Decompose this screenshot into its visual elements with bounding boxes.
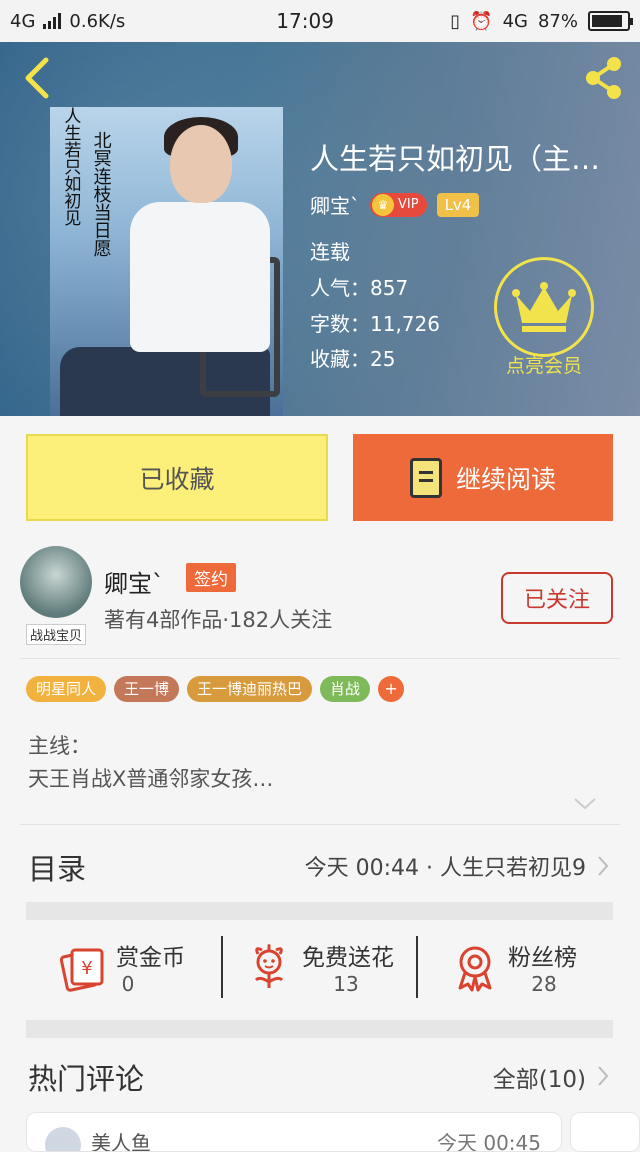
- back-arrow-icon[interactable]: [18, 56, 58, 100]
- comment-card[interactable]: 美人鱼 今天 00:45: [26, 1112, 562, 1152]
- member-button[interactable]: 点亮会员: [492, 257, 596, 378]
- tag-list: 明星同人 王一博 王一博迪丽热巴 肖战 +: [26, 676, 405, 702]
- book-summary[interactable]: 主线： 天王肖战X普通邻家女孩…: [28, 730, 273, 796]
- chevron-right-icon: [598, 1066, 609, 1086]
- status-bar: 4G 0.6K/s 17:09 ▯ ⏰ 4G 87%: [0, 0, 640, 42]
- hot-comments-title: 热门评论: [28, 1062, 145, 1096]
- author-meta: 著有4部作品·182人关注: [104, 608, 333, 632]
- section-band: [26, 902, 613, 920]
- cover-figure-head: [170, 125, 232, 203]
- clock: 17:09: [276, 9, 334, 33]
- author-card-name[interactable]: 卿宝`: [104, 564, 164, 599]
- cover-title-text: 人生若只如初见: [60, 107, 81, 226]
- favorited-button[interactable]: 已收藏: [26, 434, 328, 521]
- flower-icon: [254, 944, 284, 988]
- commenter-avatar: [45, 1127, 81, 1151]
- tag-item[interactable]: 王一博: [114, 676, 180, 702]
- cover-subtitle-text: 北冥连枝当日愿: [90, 131, 112, 257]
- hot-comments-section: 热门评论 全部(10) 美人鱼 今天 00:45: [0, 1038, 640, 1152]
- vip-badge: ♛ VIP: [370, 192, 427, 217]
- alarm-icon: ⏰: [470, 10, 493, 32]
- continue-reading-button[interactable]: 继续阅读: [353, 434, 613, 521]
- battery-percent: 87%: [537, 10, 578, 32]
- book-title: 人生若只如初见（主…: [310, 142, 601, 176]
- divider: [20, 824, 620, 825]
- divider: [20, 658, 620, 659]
- author-card: 战战宝贝 卿宝` 签约 著有4部作品·182人关注 已关注: [0, 530, 640, 658]
- book-header: 人生若只如初见 北冥连枝当日愿 人生若只如初见（主… 卿宝` ♛ VIP Lv4…: [0, 42, 640, 416]
- member-circle: [494, 257, 594, 357]
- network-type-2: 4G: [502, 10, 528, 32]
- follow-button[interactable]: 已关注: [501, 572, 613, 624]
- signal-icon: [43, 13, 62, 29]
- reward-flowers[interactable]: 免费送花 13: [244, 938, 444, 1008]
- reward-coins[interactable]: ¥ 赏金币 0: [58, 938, 258, 1008]
- network-speed: 0.6K/s: [69, 10, 126, 32]
- reward-count: 13: [333, 972, 359, 996]
- vip-label: VIP: [398, 197, 419, 212]
- chevron-down-icon[interactable]: [572, 796, 598, 812]
- network-type: 4G: [10, 10, 36, 32]
- toc-title: 目录: [28, 852, 87, 886]
- latest-chapter: 今天 00:44 · 人生只若初见9: [304, 856, 586, 881]
- cover-figure-body: [130, 202, 270, 352]
- tag-item[interactable]: 肖战: [320, 676, 371, 702]
- all-comments-link[interactable]: 全部(10): [493, 1060, 586, 1094]
- crown-icon: ♛: [372, 193, 394, 216]
- reward-count: 0: [121, 972, 135, 996]
- crown-icon: [512, 282, 576, 332]
- section-band: [26, 1020, 613, 1038]
- divider: [416, 936, 418, 998]
- author-row: 卿宝` ♛ VIP Lv4: [310, 190, 480, 219]
- book-icon: [409, 457, 442, 498]
- popularity-stat: 人气：857: [310, 276, 409, 300]
- favorites-stat: 收藏：25: [310, 347, 396, 371]
- signed-badge: 签约: [186, 563, 236, 592]
- reward-count: 28: [531, 972, 557, 996]
- comment-card[interactable]: [570, 1112, 640, 1152]
- continue-reading-label: 继续阅读: [455, 464, 556, 494]
- author-name[interactable]: 卿宝`: [310, 190, 360, 219]
- battery-icon: [588, 11, 633, 31]
- commenter-name: 美人鱼: [91, 1131, 151, 1152]
- action-bar: 已收藏 继续阅读: [0, 416, 640, 526]
- avatar-tag: 战战宝贝: [26, 624, 87, 645]
- reward-label: 粉丝榜: [508, 945, 577, 971]
- rewards-row: ¥ 赏金币 0 免费送花 13 粉丝榜 28: [0, 920, 640, 1020]
- word-count-stat: 字数：11,726: [310, 312, 440, 336]
- book-cover[interactable]: 人生若只如初见 北冥连枝当日愿: [50, 107, 283, 416]
- reward-label: 赏金币: [116, 945, 185, 971]
- serial-status: 连载: [310, 240, 350, 264]
- level-badge: Lv4: [436, 192, 480, 217]
- ribbon-award-icon: [458, 946, 492, 992]
- reward-fan-ranking[interactable]: 粉丝榜 28: [450, 938, 640, 1008]
- tag-item[interactable]: 明星同人: [26, 676, 107, 702]
- more-tags-button[interactable]: +: [378, 676, 405, 702]
- vibrate-icon: ▯: [450, 10, 461, 32]
- reward-label: 免费送花: [302, 945, 394, 971]
- summary-line-1: 主线：: [28, 734, 91, 758]
- comment-time: 今天 00:45: [437, 1131, 541, 1152]
- chevron-right-icon: [598, 856, 609, 876]
- share-icon[interactable]: [580, 54, 628, 102]
- divider: [221, 936, 223, 998]
- table-of-contents-row[interactable]: 目录 今天 00:44 · 人生只若初见9: [0, 826, 640, 902]
- tag-item[interactable]: 王一博迪丽热巴: [187, 676, 313, 702]
- author-avatar[interactable]: [20, 546, 92, 618]
- member-label: 点亮会员: [505, 355, 582, 377]
- summary-line-2: 天王肖战X普通邻家女孩…: [28, 767, 274, 791]
